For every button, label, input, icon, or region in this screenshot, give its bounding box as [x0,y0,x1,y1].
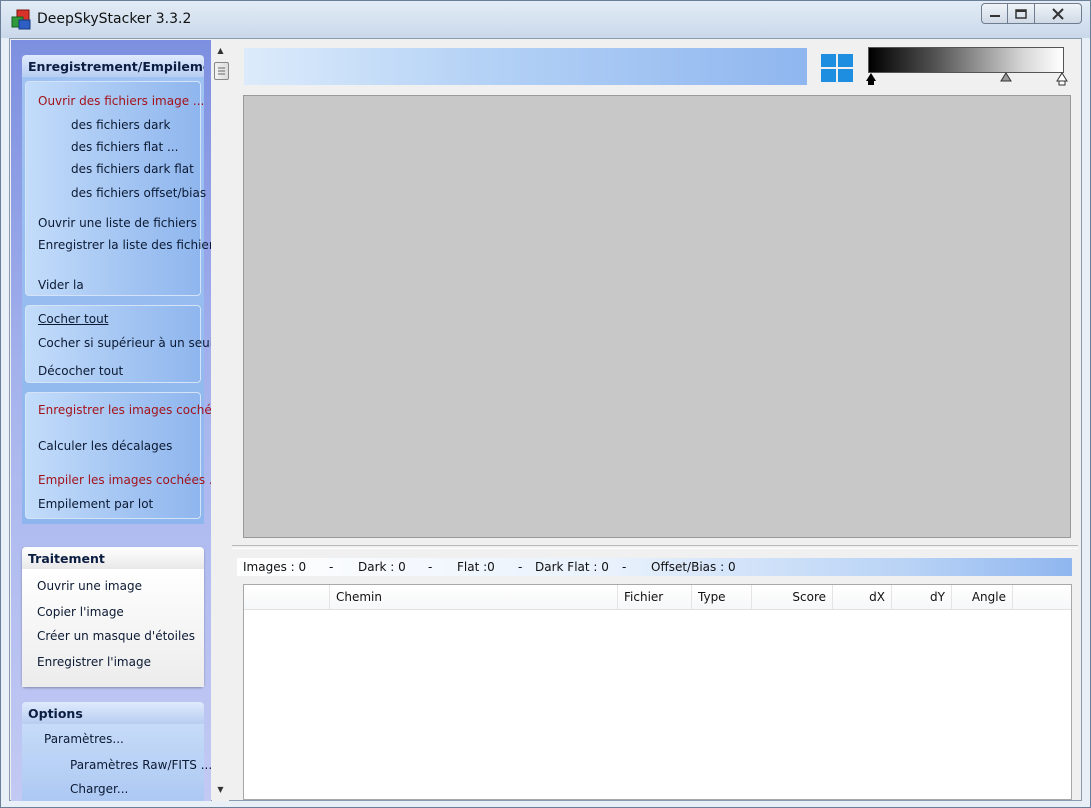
clear-list-link[interactable]: Vider la [38,278,84,292]
flat-count: Flat :0 [457,560,495,574]
table-header: Chemin Fichier Type Score dX dY Angle [244,585,1071,610]
minimize-icon [989,14,1000,17]
app-icon [11,9,31,30]
register-checked-link[interactable]: Enregistrer les images cochées [38,403,211,417]
options-group: Options Paramètres... Paramètres Raw/FIT… [22,702,211,801]
white-point-handle-icon[interactable] [1055,72,1069,86]
black-point-handle-icon[interactable] [864,72,878,86]
stacking-section: Enregistrer les images cochées Calculer … [25,392,211,519]
column-header-dy[interactable]: dY [892,585,952,609]
separator: - [329,560,334,574]
check-above-threshold-link[interactable]: Cocher si supérieur à un seuil [38,336,211,350]
scroll-thumb[interactable] [214,62,229,80]
registering-group: Enregistrement/Empilement Ouvrir des fic… [22,55,211,524]
client-area: Enregistrement/Empilement Ouvrir des fic… [9,38,1082,801]
left-panel: Enregistrement/Empilement Ouvrir des fic… [11,40,211,801]
column-header-score[interactable]: Score [752,585,833,609]
grip-icon [218,67,225,75]
stack-checked-link[interactable]: Empiler les images cochées ... [38,473,211,487]
raw-fits-settings-link[interactable]: Paramètres Raw/FITS ... [70,758,211,772]
separator: - [518,560,523,574]
maximize-button[interactable] [1008,3,1035,24]
column-header-angle[interactable]: Angle [952,585,1013,609]
load-settings-link[interactable]: Charger... [70,782,128,796]
dark-count: Dark : 0 [358,560,406,574]
offset-count: Offset/Bias : 0 [651,560,736,574]
column-header-path[interactable]: Chemin [330,585,618,609]
window-title: DeepSkyStacker 3.3.2 [37,11,192,27]
file-counts-bar: Images : 0 - Dark : 0 - Flat :0 - Dark F… [237,558,1072,576]
midtone-handle-icon[interactable] [1000,72,1012,82]
save-file-list-link[interactable]: Enregistrer la liste des fichiers [38,238,211,252]
close-icon [1052,7,1064,20]
open-dark-flat-files-link[interactable]: des fichiers dark flat [71,162,194,176]
uncheck-all-link[interactable]: Décocher tout [38,364,123,378]
file-list-table[interactable]: Chemin Fichier Type Score dX dY Angle [243,584,1072,800]
save-image-link[interactable]: Enregistrer l'image [37,655,151,669]
splitter[interactable] [232,545,1078,549]
left-panel-scrollbar[interactable]: ▲ ▼ [212,40,229,801]
copy-image-link[interactable]: Copier l'image [37,605,124,619]
check-all-link[interactable]: Cocher tout [38,312,108,326]
images-count: Images : 0 [243,560,307,574]
dark-flat-count: Dark Flat : 0 [535,560,609,574]
column-header-file[interactable]: Fichier [618,585,692,609]
registering-header: Enregistrement/Empilement [22,55,204,77]
levels-gradient[interactable] [868,47,1064,73]
scroll-up-icon[interactable]: ▲ [215,45,226,56]
batch-stacking-link[interactable]: Empilement par lot [38,497,153,511]
files-section: Ouvrir des fichiers image ... des fichie… [25,81,211,296]
column-header-check[interactable] [244,585,330,609]
settings-link[interactable]: Paramètres... [44,732,124,746]
open-file-list-link[interactable]: Ouvrir une liste de fichiers [38,216,197,230]
processing-header: Traitement [22,547,204,569]
minimize-button[interactable] [981,3,1008,24]
title-bar[interactable]: DeepSkyStacker 3.3.2 [1,1,1090,38]
open-offset-files-link[interactable]: des fichiers offset/bias ... [71,186,211,200]
open-flat-files-link[interactable]: des fichiers flat ... [71,140,178,154]
processing-group: Traitement Ouvrir une image Copier l'ima… [22,547,204,687]
maximize-icon [1015,8,1027,19]
open-image-link[interactable]: Ouvrir une image [37,579,142,593]
compute-offsets-link[interactable]: Calculer les décalages [38,439,172,453]
app-window: DeepSkyStacker 3.3.2 Enregistrement/Empi… [0,0,1091,808]
separator: - [622,560,627,574]
image-preview[interactable] [243,95,1071,538]
separator: - [428,560,433,574]
create-star-mask-link[interactable]: Créer un masque d'étoiles [37,629,195,643]
picture-toolbar [244,48,807,85]
close-button[interactable] [1035,3,1082,24]
column-header-dx[interactable]: dX [833,585,892,609]
check-section: Cocher tout Cocher si supérieur à un seu… [25,305,211,383]
column-header-type[interactable]: Type [692,585,752,609]
four-pane-icon[interactable] [820,53,854,83]
open-image-files-link[interactable]: Ouvrir des fichiers image ... [38,94,204,108]
options-header: Options [22,702,204,724]
scroll-down-icon[interactable]: ▼ [215,784,226,795]
open-dark-files-link[interactable]: des fichiers dark [71,118,170,132]
